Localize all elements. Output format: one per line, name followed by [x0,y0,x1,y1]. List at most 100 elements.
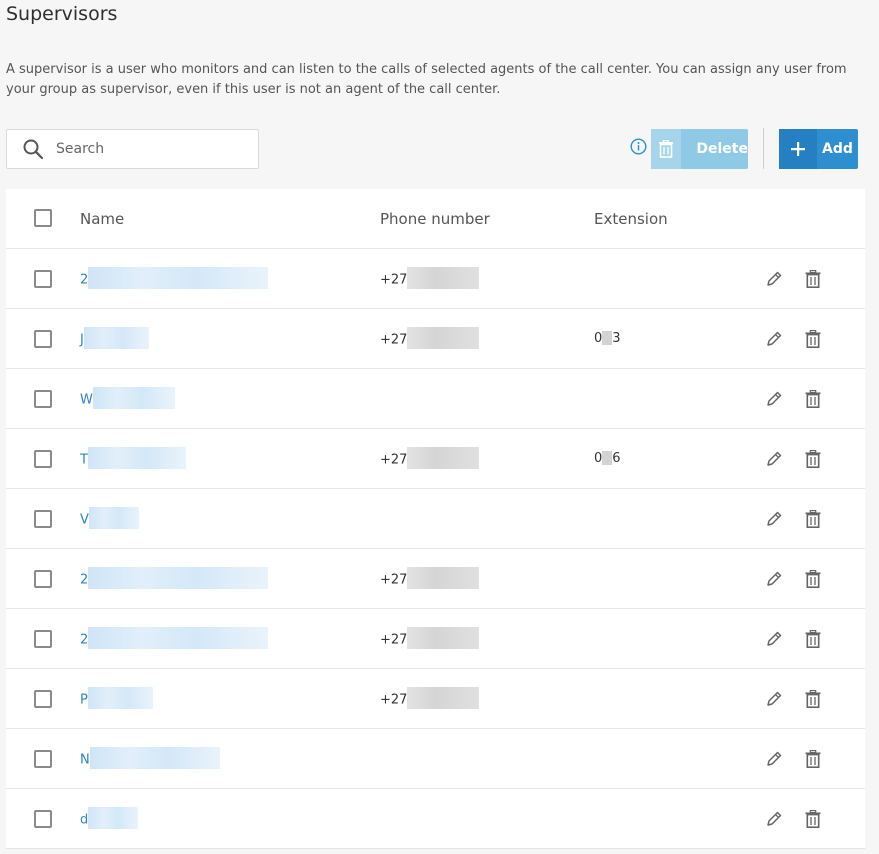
page-title: Supervisors [6,3,118,25]
trash-icon[interactable] [803,569,823,589]
trash-icon[interactable] [803,329,823,349]
phone-number: +27 [380,687,480,709]
supervisor-name-link[interactable]: d [80,807,139,829]
delete-button-label: Delete [696,141,748,157]
phone-number: +27 [380,447,480,469]
trash-icon[interactable] [803,629,823,649]
supervisor-name: d [80,812,89,828]
table-row: 2 +27 [6,609,865,669]
pencil-icon[interactable] [764,449,784,469]
phone-number: +27 [380,567,480,589]
redacted-extension [602,450,613,465]
phone-prefix: +27 [380,272,408,288]
trash-icon [651,129,682,169]
trash-icon[interactable] [803,509,823,529]
supervisor-name-link[interactable]: W [80,387,175,409]
table-row: 2 +27 [6,549,865,609]
supervisor-name: 2 [80,632,89,648]
supervisor-name-link[interactable]: N [80,747,220,769]
table-row: T +27 0 6 [6,429,865,489]
redacted-phone [407,627,480,649]
supervisor-name: 2 [80,572,89,588]
phone-number: +27 [380,327,480,349]
supervisor-name-link[interactable]: J [80,327,149,349]
redacted-phone [407,567,480,589]
add-button[interactable]: Add [779,129,858,169]
supervisor-name: V [80,512,89,528]
trash-icon[interactable] [803,749,823,769]
trash-icon[interactable] [803,389,823,409]
pencil-icon[interactable] [764,569,784,589]
table-row: V [6,489,865,549]
supervisor-name-link[interactable]: 2 [80,627,269,649]
column-header-phone[interactable]: Phone number [380,210,490,228]
redacted-name [87,687,153,709]
row-checkbox[interactable] [34,330,52,348]
row-checkbox[interactable] [34,810,52,828]
table-row: P +27 [6,669,865,729]
pencil-icon[interactable] [764,389,784,409]
table-row: d [6,789,865,849]
phone-prefix: +27 [380,332,408,348]
search-icon [23,139,44,160]
pencil-icon[interactable] [764,689,784,709]
trash-icon[interactable] [803,689,823,709]
info-icon[interactable] [630,138,647,155]
add-button-label: Add [822,141,853,157]
table-row: J +27 0 3 [6,309,865,369]
supervisor-name: 2 [80,272,89,288]
pencil-icon[interactable] [764,749,784,769]
select-all-checkbox[interactable] [34,209,52,227]
extension-prefix: 0 [594,451,603,466]
search-box[interactable] [6,129,259,169]
supervisor-name-link[interactable]: 2 [80,267,269,289]
row-checkbox[interactable] [34,510,52,528]
trash-icon[interactable] [803,809,823,829]
table-row: W [6,369,865,429]
pencil-icon[interactable] [764,269,784,289]
extension-suffix: 6 [612,451,621,466]
supervisor-name: T [80,452,88,468]
page-description: A supervisor is a user who monitors and … [6,62,847,97]
row-checkbox[interactable] [34,450,52,468]
extension-prefix: 0 [594,331,603,346]
table-row: N [6,729,865,789]
plus-icon [779,129,817,169]
redacted-name [89,747,220,769]
phone-prefix: +27 [380,572,408,588]
supervisor-name-link[interactable]: V [80,507,139,529]
row-checkbox[interactable] [34,390,52,408]
extension: 06 [594,450,621,466]
search-input[interactable] [54,140,234,158]
row-checkbox[interactable] [34,690,52,708]
phone-number: +27 [380,627,480,649]
row-checkbox[interactable] [34,570,52,588]
column-header-name[interactable]: Name [80,210,124,228]
phone-prefix: +27 [380,692,408,708]
row-checkbox[interactable] [34,630,52,648]
trash-icon[interactable] [803,449,823,469]
pencil-icon[interactable] [764,329,784,349]
extension: 03 [594,330,621,346]
supervisor-name-link[interactable]: 2 [80,567,269,589]
redacted-name [88,627,269,649]
row-checkbox[interactable] [34,270,52,288]
row-checkbox[interactable] [34,750,52,768]
table-header: Name Phone number Extension [6,189,865,249]
supervisor-name-link[interactable]: P [80,687,153,709]
toolbar-divider [763,128,764,169]
table-row: 2 +27 [6,249,865,309]
phone-prefix: +27 [380,452,408,468]
column-header-extension[interactable]: Extension [594,210,668,228]
pencil-icon[interactable] [764,629,784,649]
redacted-name [88,567,269,589]
supervisors-table: Name Phone number Extension 2 +27 J +27 0 3 W T… [6,189,865,849]
supervisor-name-link[interactable]: T [80,447,186,469]
phone-prefix: +27 [380,632,408,648]
pencil-icon[interactable] [764,809,784,829]
pencil-icon[interactable] [764,509,784,529]
trash-icon[interactable] [803,269,823,289]
delete-button[interactable]: Delete [651,129,748,169]
redacted-phone [407,327,480,349]
extension-suffix: 3 [612,331,621,346]
